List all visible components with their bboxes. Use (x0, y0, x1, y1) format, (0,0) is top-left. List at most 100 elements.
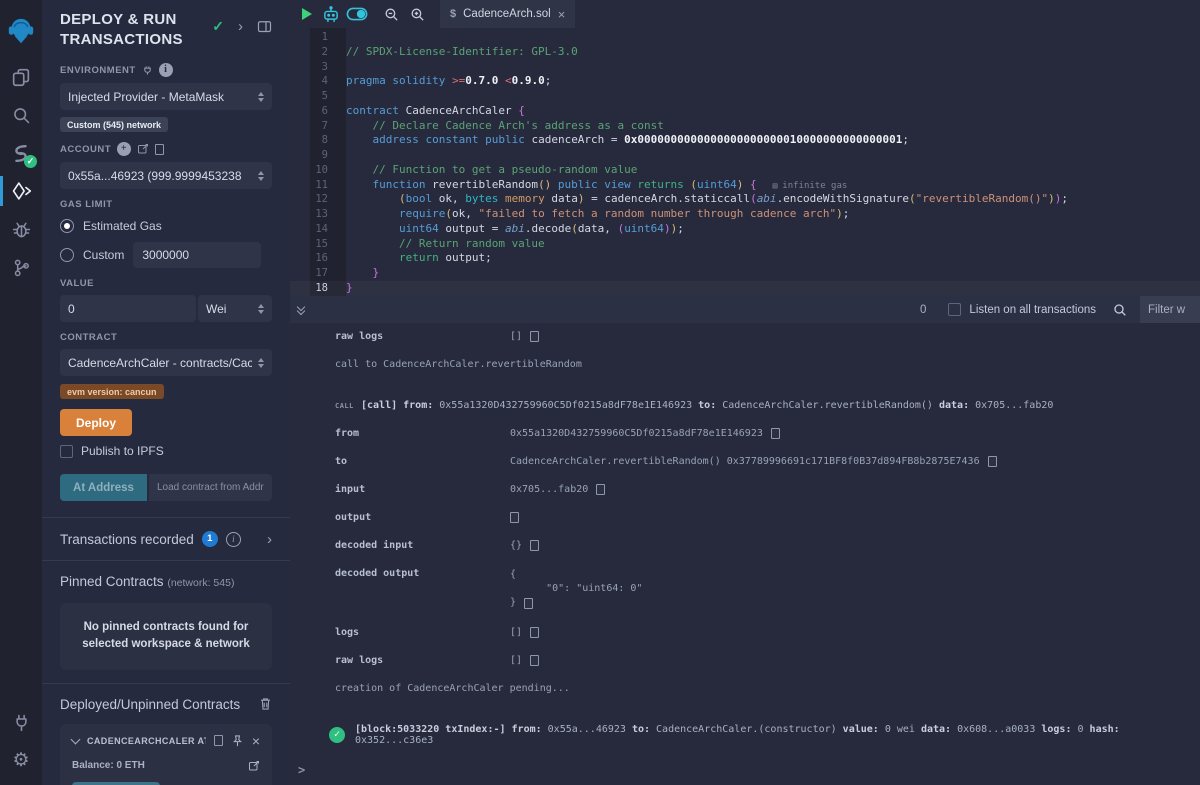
transactions-expand-icon[interactable]: › (267, 532, 272, 547)
terminal-prompt[interactable]: > (298, 763, 305, 777)
run-script-icon[interactable] (302, 8, 312, 20)
zoom-in-icon[interactable] (404, 0, 430, 28)
copy-icon[interactable] (530, 331, 539, 342)
line-number: 13 (290, 207, 340, 222)
line-number: 12 (290, 192, 340, 207)
terminal-row: output (335, 512, 1200, 523)
file-explorer-icon[interactable] (0, 58, 42, 96)
copy-icon[interactable] (988, 456, 997, 467)
terminal-row: decoded output{ "0": "uint64: 0"} (335, 568, 1200, 610)
ai-assistant-robot-icon[interactable] (318, 0, 344, 28)
deployed-contracts-title: Deployed/Unpinned Contracts (60, 697, 240, 712)
pinned-contracts-title: Pinned Contracts (network: 545) (60, 574, 272, 589)
contract-select[interactable]: CadenceArchCaler - contracts/Cac (60, 349, 272, 376)
at-address-input[interactable] (149, 474, 272, 501)
env-connected-check-icon: ✓ (212, 18, 224, 35)
copy-icon[interactable] (771, 428, 780, 439)
value-unit-select[interactable]: Wei (198, 295, 272, 322)
terminal-filter-input[interactable] (1140, 296, 1200, 323)
terminal-row: toCadenceArchCaler.revertibleRandom() 0x… (335, 456, 1200, 467)
network-badge: Custom (545) network (60, 117, 168, 132)
debugger-icon[interactable] (0, 210, 42, 248)
line-number: 10 (290, 163, 340, 178)
pinned-empty-message: No pinned contracts found for selected w… (60, 603, 272, 670)
plugin-manager-icon[interactable] (0, 703, 42, 741)
activity-bar: ✓ ⚙ (0, 0, 42, 785)
remix-ide: ✓ ⚙ (0, 0, 1200, 785)
code-line: 18} (290, 281, 1200, 296)
at-address-button[interactable]: At Address (60, 474, 147, 501)
copy-icon[interactable] (530, 540, 539, 551)
contract-expand-chevron-icon[interactable] (71, 734, 81, 744)
terminal-row: ✓[block:5033220 txIndex:-] from: 0x55a..… (329, 724, 1200, 746)
value-input[interactable]: 0 (60, 295, 196, 322)
pin-contract-icon[interactable] (231, 734, 244, 748)
code-line: 5 (290, 89, 1200, 104)
code-editor[interactable]: 12// SPDX-License-Identifier: GPL-3.034p… (290, 28, 1200, 296)
code-line: 15 // Return random value (290, 237, 1200, 252)
listen-all-checkbox[interactable] (948, 303, 961, 316)
pin-panel-icon[interactable] (257, 20, 272, 34)
copy-icon[interactable] (524, 598, 533, 609)
add-account-icon[interactable]: + (117, 142, 131, 156)
tab-close-icon[interactable]: × (558, 7, 566, 22)
select-stepper-icon (258, 358, 264, 368)
deploy-run-panel: DEPLOY & RUN TRANSACTIONS ✓ › ENVIRONMEN… (42, 0, 290, 785)
copy-icon[interactable] (596, 484, 605, 495)
account-select[interactable]: 0x55a...46923 (999.9999453238 (60, 162, 272, 189)
panel-title: DEPLOY & RUN TRANSACTIONS (60, 10, 210, 49)
call-cadencearch-button[interactable]: cadenceArch (72, 782, 160, 785)
line-number: 11 (290, 178, 340, 193)
zoom-out-icon[interactable] (378, 0, 404, 28)
deploy-run-icon[interactable] (0, 172, 42, 210)
select-stepper-icon (258, 304, 264, 314)
code-line: 17 } (290, 266, 1200, 281)
settings-gear-icon[interactable]: ⚙ (0, 741, 42, 779)
sign-message-icon[interactable] (137, 143, 149, 155)
transactions-info-icon[interactable]: i (226, 532, 241, 547)
custom-gas-input[interactable] (133, 242, 261, 268)
copilot-toggle-icon[interactable] (344, 0, 370, 28)
edit-balance-icon[interactable] (248, 760, 260, 772)
remove-contract-icon[interactable]: × (252, 734, 260, 748)
contract-instance-title: CADENCEARCHCALER AT 0X (87, 736, 206, 746)
environment-info-icon[interactable]: i (159, 63, 173, 77)
estimated-gas-radio[interactable] (60, 219, 74, 233)
publish-ipfs-checkbox[interactable] (60, 445, 73, 458)
terminal-row: decoded input{} (335, 540, 1200, 551)
clear-contracts-trash-icon[interactable] (259, 697, 272, 711)
line-number: 5 (290, 89, 340, 104)
solidity-compiler-icon[interactable]: ✓ (0, 134, 42, 172)
line-number: 7 (290, 119, 340, 134)
editor-toolbar: $ CadenceArch.sol × (290, 0, 1200, 28)
code-line: 11 function revertibleRandom() public vi… (290, 178, 1200, 193)
environment-select[interactable]: Injected Provider - MetaMask (60, 83, 272, 110)
transactions-recorded-label: Transactions recorded (60, 532, 194, 547)
line-number: 14 (290, 222, 340, 237)
transactions-count-badge: 1 (202, 531, 218, 547)
terminal-collapse-icon[interactable] (298, 306, 304, 314)
remix-logo-icon[interactable] (0, 8, 42, 54)
code-lines: 12// SPDX-License-Identifier: GPL-3.034p… (290, 30, 1200, 296)
copy-icon[interactable] (530, 655, 539, 666)
collapse-chevron-icon[interactable]: › (238, 19, 243, 34)
tab-cadencearch-sol[interactable]: $ CadenceArch.sol × (440, 0, 575, 28)
deployed-contract-card: CADENCEARCHCALER AT 0X × Balance: 0 ETH … (60, 724, 272, 785)
copy-account-icon[interactable] (155, 144, 164, 155)
copy-icon[interactable] (530, 627, 539, 638)
copy-address-icon[interactable] (214, 735, 223, 746)
terminal-search-icon[interactable] (1112, 302, 1128, 318)
deploy-button[interactable]: Deploy (60, 409, 132, 436)
terminal-row: raw logs[] (335, 331, 1200, 342)
code-line: 7 // Declare Cadence Arch's address as a… (290, 119, 1200, 134)
code-line: 9 (290, 148, 1200, 163)
terminal-row: logs[] (335, 627, 1200, 638)
contract-label: CONTRACT (60, 332, 272, 343)
copy-icon[interactable] (510, 512, 519, 523)
search-icon[interactable] (0, 96, 42, 134)
estimated-gas-option[interactable]: Estimated Gas (60, 219, 272, 233)
git-icon[interactable] (0, 248, 42, 286)
plug-mini-icon[interactable] (142, 65, 153, 76)
custom-gas-radio[interactable] (60, 248, 74, 262)
terminal-row: input0x705...fab20 (335, 484, 1200, 495)
